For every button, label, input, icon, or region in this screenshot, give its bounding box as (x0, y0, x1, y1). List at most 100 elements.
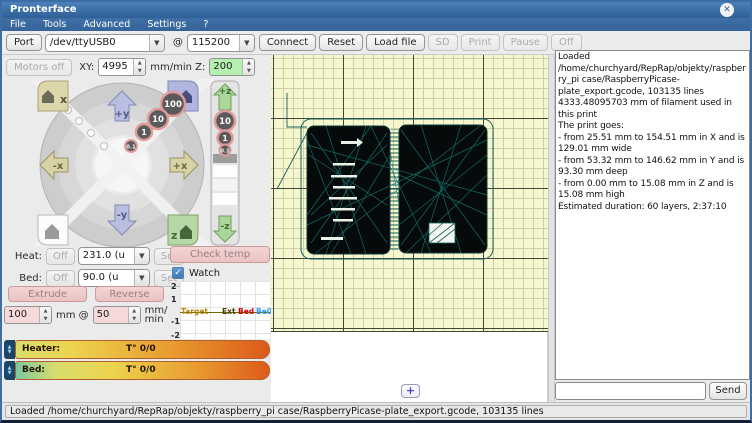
bed-temp-combo[interactable]: 90.0 (u ▼ (78, 269, 150, 287)
heater-gauge: ▲▼ Heater: T° 0/0 (4, 340, 270, 359)
command-input[interactable] (555, 382, 706, 400)
z-step-0-1[interactable]: 0.1 (220, 145, 231, 156)
graph-ytick: 1 (171, 295, 177, 304)
port-combo[interactable]: /dev/ttyUSB0 ▼ (45, 34, 165, 52)
xy-step-0-1[interactable]: 0.1 (125, 140, 137, 152)
off-button[interactable]: Off (551, 34, 582, 51)
gcode-render (271, 55, 548, 332)
extrude-button[interactable]: Extrude (8, 286, 87, 302)
extrude-speed-value[interactable]: 50 (94, 307, 128, 323)
load-file-button[interactable]: Load file (366, 34, 424, 51)
home-z-label: z (171, 229, 177, 242)
control-panel: Motors off XY: 4995 ▲▼ mm/min Z: 200 ▲▼ (2, 55, 272, 402)
jog-control-pad: x y z +y -y (27, 79, 242, 247)
extrude-length-spinner[interactable]: 100 ▲▼ (4, 306, 52, 324)
graph-ytick: -1 (171, 317, 180, 326)
extrude-speed-spinner[interactable]: 50 ▲▼ (93, 306, 141, 324)
console-log[interactable]: Loaded /home/churchyard/RepRap/objekty/r… (555, 50, 750, 380)
step-label: 100 (164, 100, 182, 110)
send-button[interactable]: Send (709, 382, 747, 400)
graph-ytick: 2 (171, 282, 177, 291)
baud-combo-value[interactable]: 115200 (188, 35, 239, 51)
hotend-temp-row: Heat: Off 231.0 (u ▼ Set (10, 247, 187, 265)
step-label: 10 (152, 115, 164, 125)
step-label: 10 (219, 117, 231, 127)
graph-label-bed: Bed (238, 307, 254, 316)
watch-checkbox[interactable]: ✓ (172, 267, 184, 279)
heater-gauge-label: Heater: (22, 344, 60, 354)
title-bar[interactable]: Pronterface ✕ (2, 2, 750, 18)
home-z-button[interactable]: z (168, 215, 198, 245)
menu-bar: File Tools Advanced Settings ? (2, 18, 750, 31)
step-label: 0.1 (126, 145, 136, 151)
chevron-down-icon[interactable]: ▼ (149, 35, 164, 51)
xy-feed-spinner[interactable]: 4995 ▲▼ (98, 58, 146, 76)
at-label: @ (173, 37, 183, 48)
menu-help[interactable]: ? (203, 19, 208, 30)
home-x-button[interactable]: x (38, 81, 68, 111)
bed-label: Bed: (14, 273, 42, 284)
reset-button[interactable]: Reset (319, 34, 363, 51)
z-step-10[interactable]: 10 (215, 111, 235, 131)
bed-temp-row: Bed: Off 90.0 (u ▼ Set (10, 269, 187, 287)
gauge-spin-icon[interactable]: ▲▼ (4, 340, 15, 359)
spinner-arrows-icon[interactable]: ▲▼ (39, 307, 51, 323)
port-button[interactable]: Port (6, 34, 42, 51)
step-label: 1 (222, 134, 228, 143)
temperature-graph: 2 1 -1 -2 Target Ext Bed Be0 (180, 281, 270, 339)
baud-combo[interactable]: 115200 ▼ (187, 34, 255, 52)
pronterface-window: Pronterface ✕ File Tools Advanced Settin… (0, 0, 752, 423)
panel-splitter[interactable] (548, 55, 555, 402)
window-title: Pronterface (10, 4, 77, 15)
command-row: Send (555, 382, 750, 402)
home-x-label: x (60, 93, 67, 106)
heat-temp-combo[interactable]: 231.0 (u ▼ (78, 247, 150, 265)
xy-feed-value[interactable]: 4995 (99, 59, 133, 75)
spinner-arrows-icon[interactable]: ▲▼ (128, 307, 140, 323)
reverse-button[interactable]: Reverse (95, 286, 164, 302)
motors-off-button[interactable]: Motors off (6, 59, 72, 76)
print-button[interactable]: Print (461, 34, 500, 51)
chevron-down-icon[interactable]: ▼ (239, 35, 254, 51)
z-step-1[interactable]: 1 (218, 131, 233, 146)
xy-feed-label: XY: (79, 62, 94, 73)
port-combo-value[interactable]: /dev/ttyUSB0 (46, 35, 149, 51)
spinner-arrows-icon[interactable]: ▲▼ (133, 59, 145, 75)
xy-step-1[interactable]: 1 (136, 124, 152, 140)
heat-temp-value[interactable]: 231.0 (u (79, 248, 134, 264)
pause-button[interactable]: Pause (503, 34, 548, 51)
heater-gauge-bar[interactable]: Heater: T° 0/0 (15, 340, 270, 359)
menu-advanced[interactable]: Advanced (83, 19, 130, 30)
graph-label-be0: Be0 (256, 307, 272, 316)
sd-button[interactable]: SD (428, 34, 458, 51)
bed-temp-value[interactable]: 90.0 (u (79, 270, 134, 286)
close-icon[interactable]: ✕ (720, 3, 734, 17)
gauge-spin-icon[interactable]: ▲▼ (4, 361, 15, 380)
menu-settings[interactable]: Settings (147, 19, 186, 30)
connect-button[interactable]: Connect (259, 34, 316, 51)
bed-off-button[interactable]: Off (46, 270, 75, 287)
minus-y-label: -y (117, 210, 128, 221)
watch-row: ✓ Watch (172, 267, 220, 279)
chevron-down-icon[interactable]: ▼ (134, 270, 149, 286)
viewer-zoom-in-button[interactable]: + (401, 384, 420, 398)
gcode-hatched-square (429, 223, 455, 243)
bed-gauge-label: Bed: (22, 365, 45, 375)
feed-unit-label: mm/ min (145, 306, 168, 324)
extrude-length-value[interactable]: 100 (5, 307, 39, 323)
step-label: 1 (141, 128, 147, 137)
step-label: 0.1 (220, 149, 230, 155)
menu-file[interactable]: File (10, 19, 26, 30)
gcode-viewer[interactable]: + (271, 55, 548, 402)
z-feed-value[interactable]: 200 (210, 59, 242, 75)
chevron-down-icon[interactable]: ▼ (134, 248, 149, 264)
build-plate-grid[interactable] (271, 55, 548, 332)
home-all-button[interactable] (38, 215, 68, 245)
menu-tools[interactable]: Tools (43, 19, 66, 30)
bed-gauge-bar[interactable]: Bed: T° 0/0 (15, 361, 270, 380)
heat-off-button[interactable]: Off (46, 248, 75, 265)
spinner-arrows-icon[interactable]: ▲▼ (242, 59, 254, 75)
z-feed-spinner[interactable]: 200 ▲▼ (209, 58, 255, 76)
check-temp-button[interactable]: Check temp (170, 246, 270, 263)
heat-label: Heat: (14, 251, 42, 262)
